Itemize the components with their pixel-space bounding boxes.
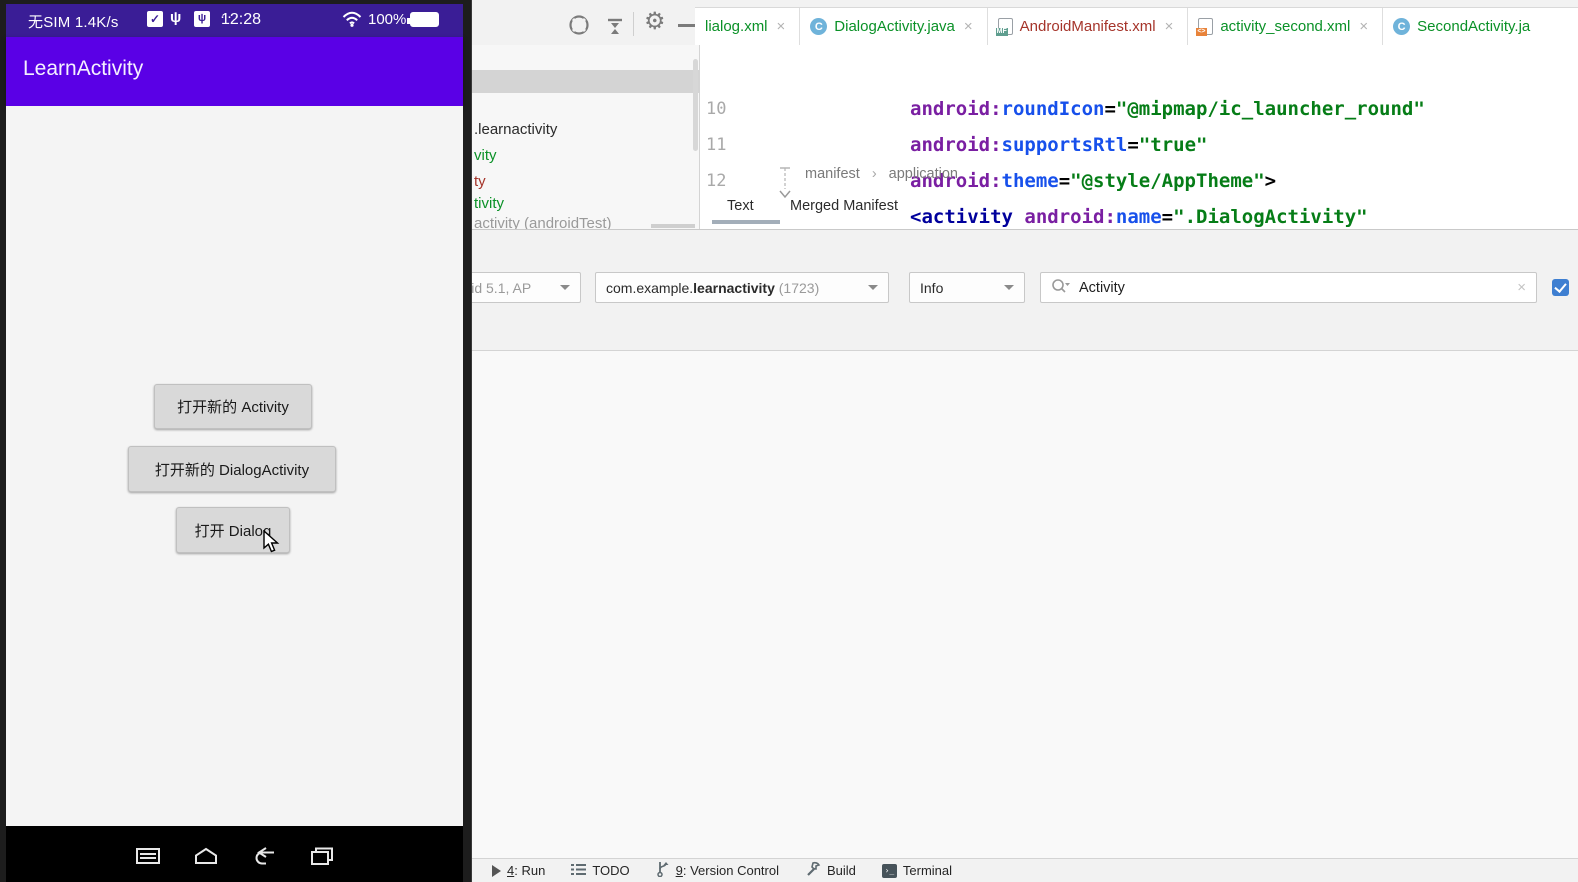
breadcrumb-application[interactable]: application bbox=[889, 166, 958, 182]
run-toolwindow-button[interactable]: 4: Run bbox=[492, 863, 545, 878]
regex-checkbox[interactable] bbox=[1552, 279, 1569, 296]
selected-tab-underline bbox=[712, 220, 780, 224]
breadcrumb: manifest › application bbox=[805, 166, 958, 182]
close-icon[interactable]: × bbox=[1165, 18, 1174, 35]
tree-selected-row[interactable] bbox=[470, 70, 699, 93]
close-icon[interactable]: × bbox=[1359, 18, 1368, 35]
close-icon[interactable]: × bbox=[964, 18, 973, 35]
clear-search-icon[interactable]: × bbox=[1517, 279, 1526, 296]
editor-tab-bar: lialog.xml × DialogActivity.java × Andro… bbox=[695, 7, 1578, 45]
chevron-down-icon bbox=[868, 285, 878, 290]
tab-label: SecondActivity.ja bbox=[1417, 18, 1531, 35]
tab-label: DialogActivity.java bbox=[834, 18, 955, 35]
java-class-icon bbox=[1393, 18, 1411, 35]
run-icon bbox=[492, 864, 501, 877]
tab-secondactivity-java[interactable]: SecondActivity.ja bbox=[1383, 8, 1545, 45]
build-toolwindow-button[interactable]: Build bbox=[805, 861, 856, 880]
manifest-file-icon bbox=[995, 18, 1013, 36]
code-line-11: 11 android:theme="@style/AppTheme"> bbox=[700, 91, 1578, 192]
app-title: LearnActivity bbox=[23, 57, 144, 80]
tree-item-androidtest[interactable]: activity (androidTest) bbox=[474, 215, 612, 229]
activity-content: 打开新的 Activity 打开新的 DialogActivity 打开 Dia… bbox=[6, 106, 463, 830]
log-level-value: Info bbox=[920, 279, 944, 296]
battery-icon bbox=[407, 12, 439, 27]
process-dropdown-value: com.example.learnactivity (1723) bbox=[606, 279, 820, 296]
menu-nav-icon[interactable] bbox=[134, 846, 162, 866]
code-line-12: 12 <activity android:name=".DialogActivi… bbox=[700, 127, 1578, 228]
todo-list-icon bbox=[571, 863, 587, 879]
carrier-label: 无SIM 1.4K/s bbox=[28, 14, 119, 31]
open-dialogactivity-button[interactable]: 打开新的 DialogActivity bbox=[128, 446, 336, 492]
logcat-search-input[interactable]: Activity × bbox=[1040, 272, 1537, 303]
chevron-down-icon bbox=[560, 285, 570, 290]
java-class-icon bbox=[810, 18, 828, 35]
logcat-output-area[interactable] bbox=[470, 351, 1578, 858]
tab-dialogactivity-java[interactable]: DialogActivity.java × bbox=[800, 8, 988, 45]
collapse-all-icon[interactable] bbox=[604, 14, 626, 41]
log-level-dropdown[interactable]: Info bbox=[909, 272, 1025, 303]
logcat-toolbar: droid 5.1, AP com.example.learnactivity … bbox=[440, 230, 1578, 350]
tab-merged-manifest[interactable]: Merged Manifest bbox=[790, 198, 898, 214]
close-icon[interactable]: × bbox=[777, 18, 786, 35]
usb-icon: ψ bbox=[170, 9, 182, 26]
tab-label: lialog.xml bbox=[705, 18, 768, 35]
breadcrumb-separator: › bbox=[871, 166, 877, 182]
recents-nav-icon[interactable] bbox=[308, 846, 336, 866]
tab-label: AndroidManifest.xml bbox=[1019, 18, 1156, 35]
manifest-view-tabs: Text Merged Manifest bbox=[700, 193, 1578, 229]
app-bar: LearnActivity bbox=[6, 37, 463, 106]
tab-label: activity_second.xml bbox=[1220, 18, 1351, 35]
open-activity-button[interactable]: 打开新的 Activity bbox=[154, 384, 312, 429]
search-icon bbox=[1051, 278, 1071, 298]
code-editor[interactable]: android:roundIcon="@mipmap/ic_launcher_r… bbox=[700, 45, 1578, 229]
usb-debugging-icon: ψ bbox=[194, 11, 210, 27]
project-tree-panel[interactable]: .learnactivity vity ty tivity activity (… bbox=[470, 45, 700, 229]
git-branch-icon bbox=[656, 861, 670, 880]
tab-text[interactable]: Text bbox=[727, 198, 754, 214]
chevron-down-icon bbox=[1004, 285, 1014, 290]
screen: ⚙ lialog.xml × DialogActivity.java × And… bbox=[0, 0, 1578, 882]
code-area: android:roundIcon="@mipmap/ic_launcher_r… bbox=[700, 45, 1578, 228]
back-nav-icon[interactable] bbox=[250, 846, 278, 866]
tree-item-secondactivity[interactable]: tivity bbox=[474, 195, 504, 212]
code-line-9: android:roundIcon="@mipmap/ic_launcher_r… bbox=[910, 98, 1425, 120]
tab-activity-second-xml[interactable]: activity_second.xml × bbox=[1188, 8, 1384, 45]
todo-toolwindow-button[interactable]: TODO bbox=[571, 863, 630, 879]
wifi-icon bbox=[342, 11, 362, 31]
terminal-icon bbox=[881, 863, 897, 878]
clock-label: 12:28 bbox=[221, 11, 262, 28]
tab-dialog-xml[interactable]: lialog.xml × bbox=[695, 8, 801, 45]
device-screen: 无SIM 1.4K/s ✓ ψ ψ ··· 12:28 100% LearnAc… bbox=[6, 4, 463, 882]
tab-androidmanifest-xml[interactable]: AndroidManifest.xml × bbox=[987, 8, 1189, 45]
process-dropdown[interactable]: com.example.learnactivity (1723) bbox=[595, 272, 889, 303]
android-status-bar: 无SIM 1.4K/s ✓ ψ ψ ··· 12:28 100% bbox=[6, 4, 463, 37]
breadcrumb-manifest[interactable]: manifest bbox=[805, 166, 860, 182]
build-hammer-icon bbox=[805, 861, 821, 880]
search-value: Activity bbox=[1079, 279, 1125, 296]
terminal-toolwindow-button[interactable]: Terminal bbox=[881, 863, 952, 878]
tree-item-learnactivity[interactable]: ty bbox=[474, 173, 486, 190]
version-control-toolwindow-button[interactable]: 9: Version Control bbox=[656, 861, 779, 880]
battery-percent-label: 100% bbox=[368, 11, 407, 28]
target-icon[interactable] bbox=[568, 14, 590, 41]
android-emulator-window: 无SIM 1.4K/s ✓ ψ ψ ··· 12:28 100% LearnAc… bbox=[0, 0, 472, 882]
code-line-10: 10 android:supportsRtl="true" bbox=[700, 55, 1578, 156]
tree-item-package[interactable]: .learnactivity bbox=[474, 121, 557, 138]
tree-horizontal-scrollbar[interactable] bbox=[651, 224, 695, 228]
tool-window-bar: 4: Run TODO 9: Version Control Build ›_ … bbox=[470, 858, 1578, 882]
home-nav-icon[interactable] bbox=[192, 846, 220, 866]
toolbar-separator bbox=[633, 12, 634, 36]
tree-item-dialogactivity[interactable]: vity bbox=[474, 147, 497, 164]
mouse-cursor bbox=[263, 529, 281, 559]
tree-vertical-scrollbar[interactable] bbox=[693, 59, 698, 151]
android-nav-bar bbox=[6, 826, 463, 882]
gear-icon[interactable]: ⚙ bbox=[644, 10, 666, 34]
sync-check-icon: ✓ bbox=[147, 11, 163, 27]
xml-file-icon bbox=[1196, 18, 1214, 36]
